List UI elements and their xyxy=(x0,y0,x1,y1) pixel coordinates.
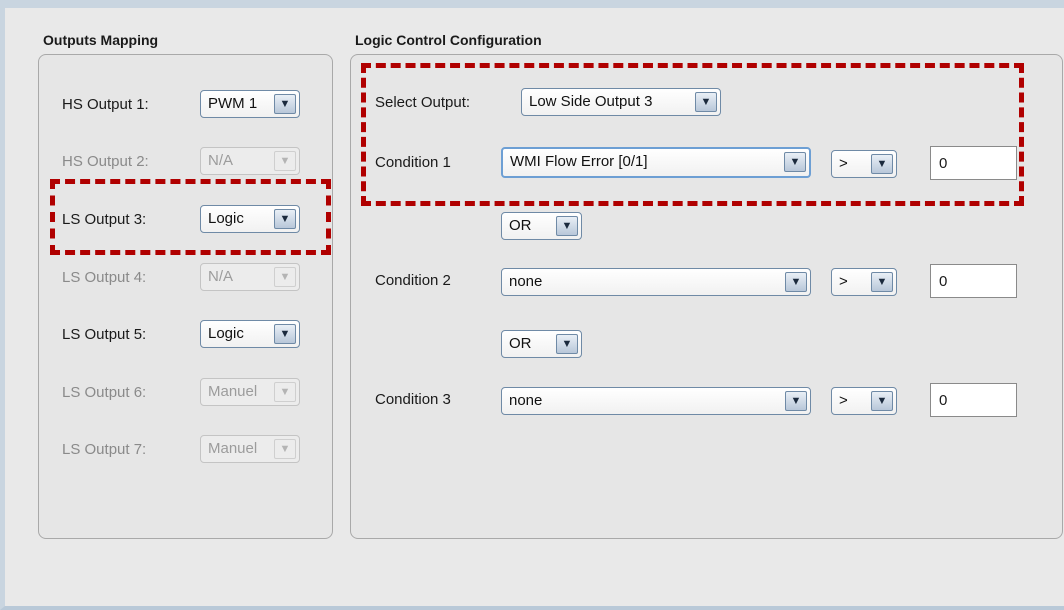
condition-3-signal-select[interactable]: none ▼ xyxy=(501,387,811,415)
ls-output-6-value: Manuel xyxy=(208,383,258,400)
condition-2-threshold-input[interactable]: 0 xyxy=(930,264,1017,298)
condition-2-signal-select[interactable]: none ▼ xyxy=(501,268,811,296)
ls-output-4-label: LS Output 4: xyxy=(62,269,147,286)
chevron-down-icon[interactable]: ▼ xyxy=(274,209,296,229)
condition-2-signal-value: none xyxy=(509,273,543,290)
ls-output-4-value: N/A xyxy=(208,268,234,285)
condition-1-label: Condition 1 xyxy=(375,154,451,171)
chevron-down-icon[interactable]: ▼ xyxy=(556,334,578,354)
condition-2-operator-select[interactable]: > ▼ xyxy=(831,268,897,296)
window-frame: Outputs Mapping HS Output 1: PWM 1 ▼ HS … xyxy=(0,0,1064,610)
condition-2-operator-value: > xyxy=(839,273,848,290)
condition-1-threshold-value: 0 xyxy=(939,155,948,172)
condition-3-threshold-input[interactable]: 0 xyxy=(930,383,1017,417)
ls-output-7-value: Manuel xyxy=(208,440,258,457)
connector-2-select[interactable]: OR ▼ xyxy=(501,330,582,358)
ls-output-6-label: LS Output 6: xyxy=(62,384,147,401)
select-output-label: Select Output: xyxy=(375,94,471,111)
hs-output-1-label: HS Output 1: xyxy=(62,96,149,113)
chevron-down-icon: ▼ xyxy=(274,382,296,402)
chevron-down-icon[interactable]: ▼ xyxy=(274,324,296,344)
outputs-mapping-title: Outputs Mapping xyxy=(43,32,159,48)
ls-output-5-label: LS Output 5: xyxy=(62,326,147,343)
select-output-value: Low Side Output 3 xyxy=(529,93,653,110)
condition-1-signal-select[interactable]: WMI Flow Error [0/1] ▼ xyxy=(501,147,811,178)
condition-2-label: Condition 2 xyxy=(375,272,451,289)
chevron-down-icon: ▼ xyxy=(274,439,296,459)
condition-3-signal-value: none xyxy=(509,392,543,409)
chevron-down-icon[interactable]: ▼ xyxy=(871,154,893,174)
hs-output-2-value: N/A xyxy=(208,152,234,169)
chevron-down-icon: ▼ xyxy=(274,267,296,287)
condition-1-signal-value: WMI Flow Error [0/1] xyxy=(510,153,648,170)
condition-1-operator-value: > xyxy=(839,155,848,172)
connector-1-value: OR xyxy=(509,217,532,234)
ls-output-7-select: Manuel ▼ xyxy=(200,435,300,463)
logic-control-title: Logic Control Configuration xyxy=(355,32,542,48)
condition-3-threshold-value: 0 xyxy=(939,392,948,409)
ls-output-3-label: LS Output 3: xyxy=(62,211,147,228)
ls-output-3-value: Logic xyxy=(208,210,244,227)
ls-output-6-select: Manuel ▼ xyxy=(200,378,300,406)
ls-output-4-select: N/A ▼ xyxy=(200,263,300,291)
ls-output-3-select[interactable]: Logic ▼ xyxy=(200,205,300,233)
chevron-down-icon[interactable]: ▼ xyxy=(695,92,717,112)
ls-output-7-label: LS Output 7: xyxy=(62,441,147,458)
condition-3-operator-value: > xyxy=(839,392,848,409)
chevron-down-icon[interactable]: ▼ xyxy=(274,94,296,114)
ls-output-5-select[interactable]: Logic ▼ xyxy=(200,320,300,348)
hs-output-2-select: N/A ▼ xyxy=(200,147,300,175)
condition-3-label: Condition 3 xyxy=(375,391,451,408)
hs-output-2-label: HS Output 2: xyxy=(62,153,149,170)
chevron-down-icon[interactable]: ▼ xyxy=(556,216,578,236)
hs-output-1-select[interactable]: PWM 1 ▼ xyxy=(200,90,300,118)
ls-output-5-value: Logic xyxy=(208,325,244,342)
chevron-down-icon[interactable]: ▼ xyxy=(785,391,807,411)
connector-1-select[interactable]: OR ▼ xyxy=(501,212,582,240)
chevron-down-icon: ▼ xyxy=(274,151,296,171)
chevron-down-icon[interactable]: ▼ xyxy=(871,272,893,292)
chevron-down-icon[interactable]: ▼ xyxy=(785,272,807,292)
outputs-mapping-panel xyxy=(38,54,333,539)
select-output-select[interactable]: Low Side Output 3 ▼ xyxy=(521,88,721,116)
hs-output-1-value: PWM 1 xyxy=(208,95,258,112)
condition-1-threshold-input[interactable]: 0 xyxy=(930,146,1017,180)
chevron-down-icon[interactable]: ▼ xyxy=(784,152,806,172)
condition-2-threshold-value: 0 xyxy=(939,273,948,290)
condition-1-operator-select[interactable]: > ▼ xyxy=(831,150,897,178)
condition-3-operator-select[interactable]: > ▼ xyxy=(831,387,897,415)
chevron-down-icon[interactable]: ▼ xyxy=(871,391,893,411)
connector-2-value: OR xyxy=(509,335,532,352)
